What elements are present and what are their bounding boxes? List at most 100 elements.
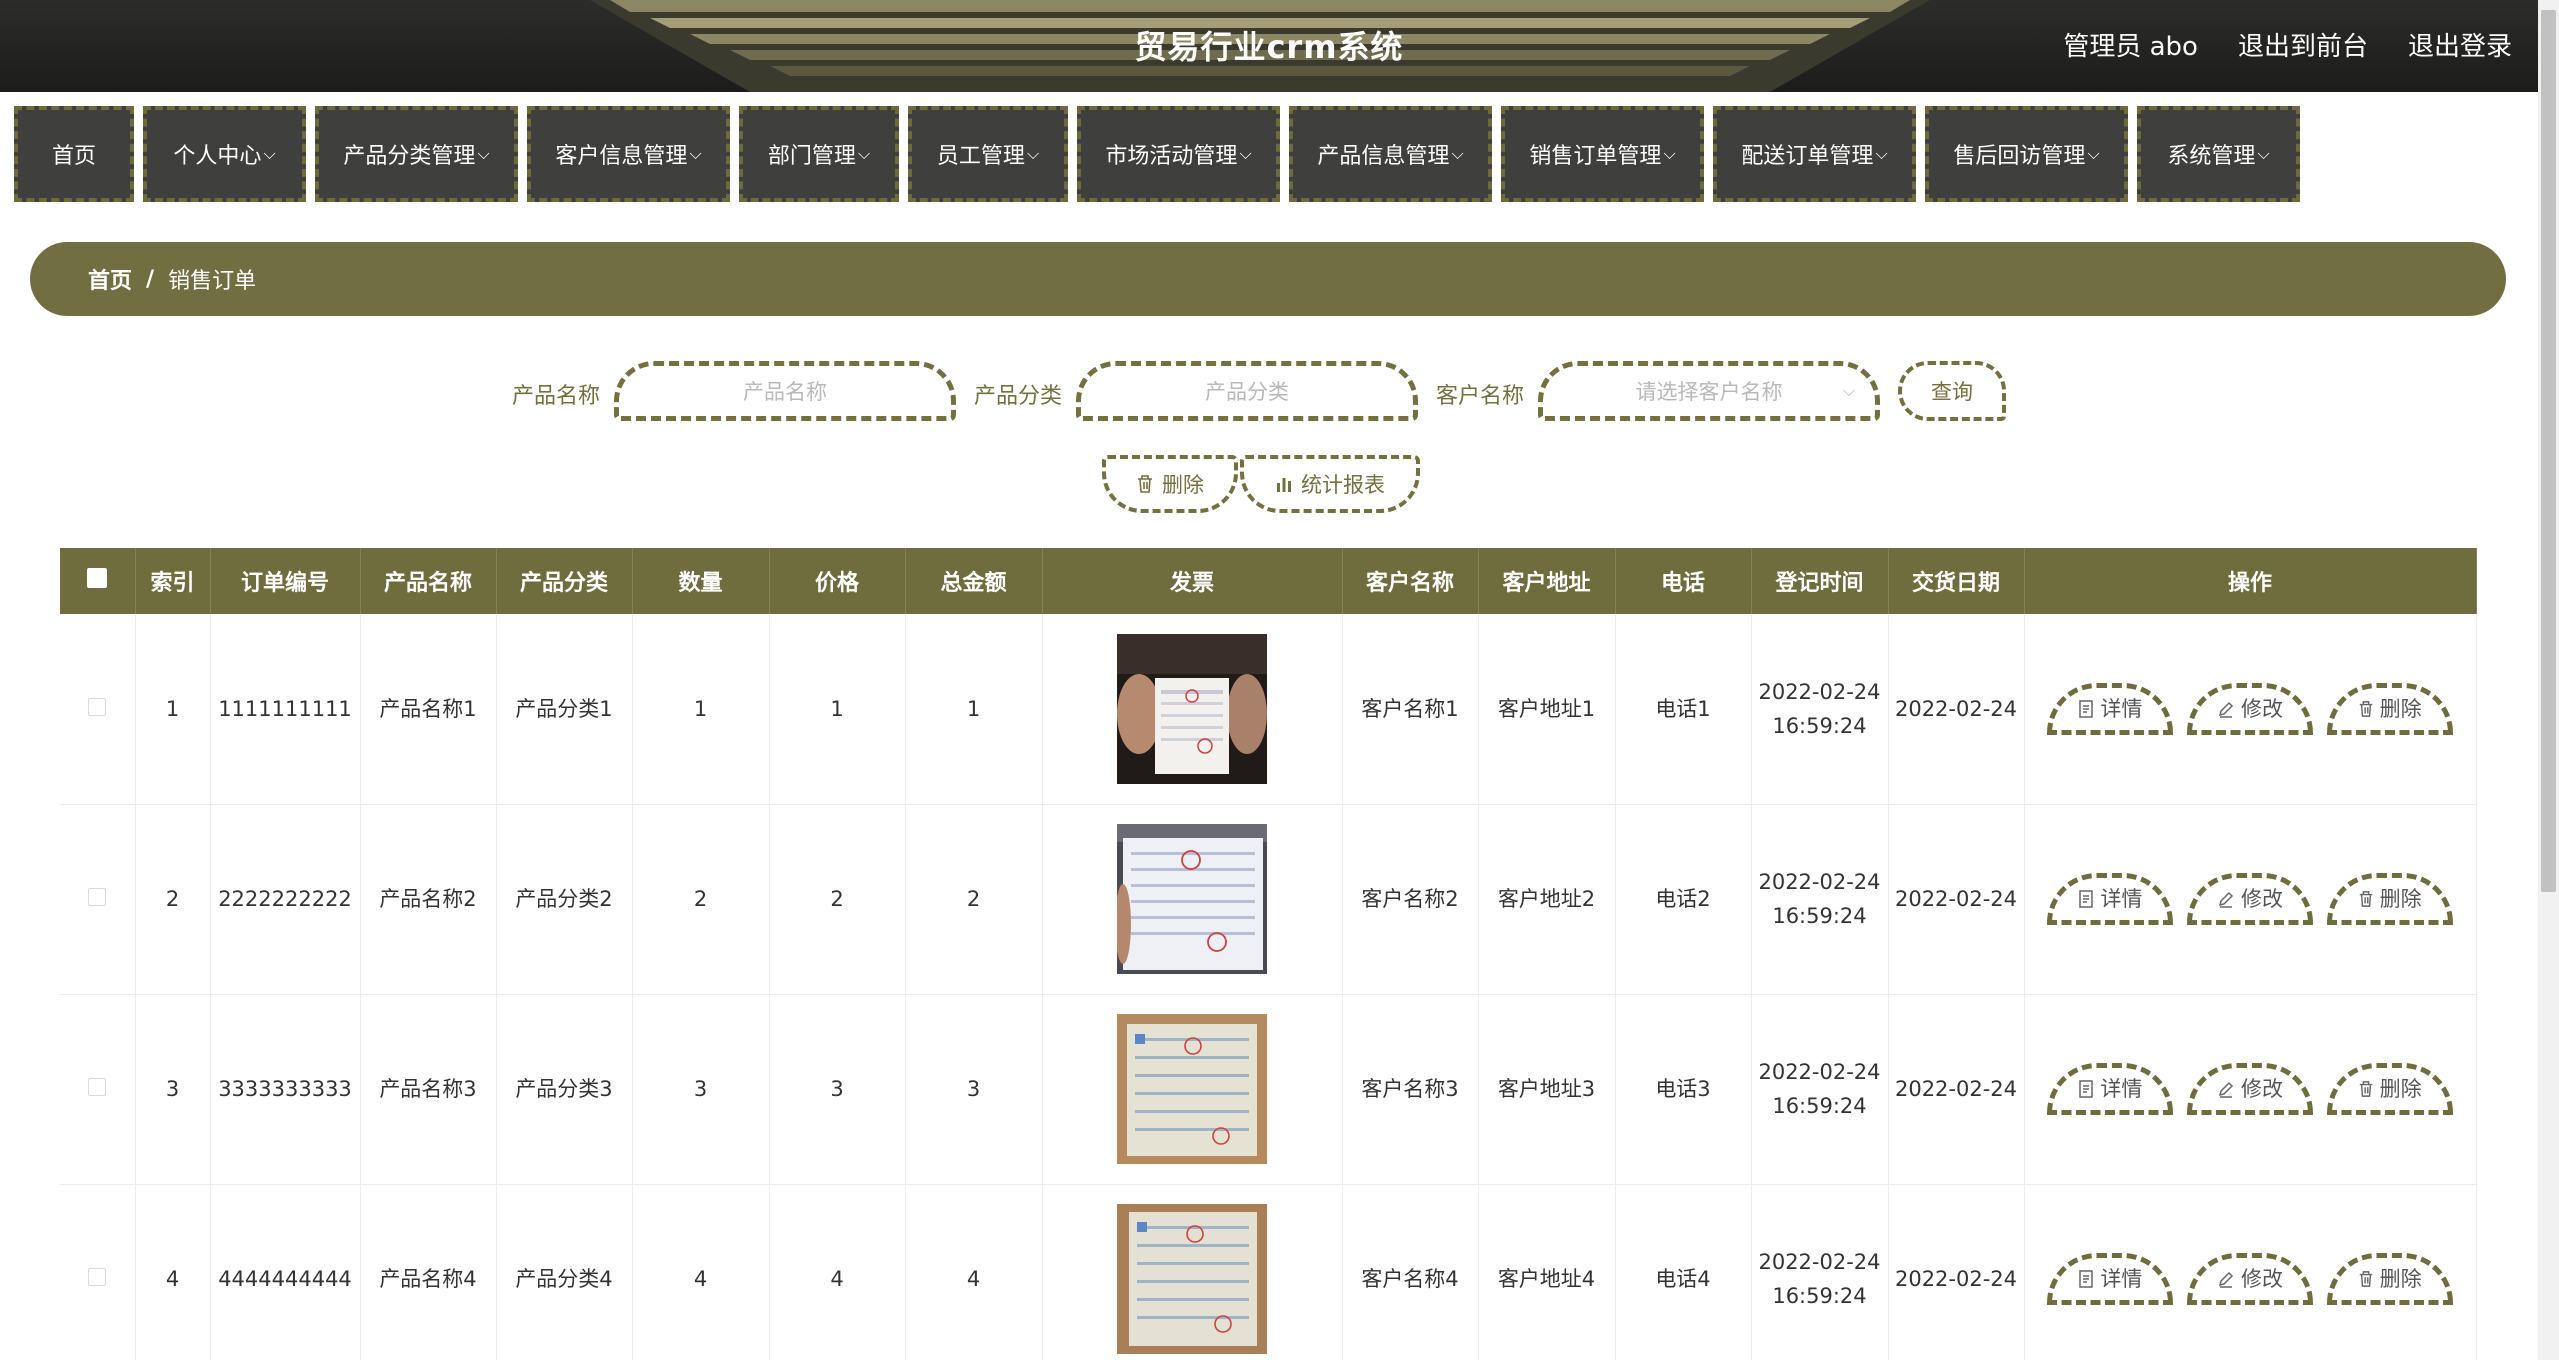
delete-button[interactable]: 删除 (2326, 1253, 2453, 1305)
delete-button[interactable]: 删除 (2326, 873, 2453, 925)
table-row: 3 3333333333 产品名称3 产品分类3 3 3 3 客户名称3 客户地… (60, 994, 2477, 1185)
bar-chart-icon (1277, 478, 1291, 492)
detail-button[interactable]: 详情 (2047, 1063, 2174, 1115)
nav-personal-center[interactable]: 个人中心 ⌵ (143, 106, 306, 202)
row-checkbox[interactable] (88, 888, 107, 906)
detail-button[interactable]: 详情 (2047, 873, 2174, 925)
nav-label: 市场活动管理 (1105, 144, 1238, 169)
admin-user-label[interactable]: 管理员 abo (2063, 26, 2198, 63)
row-checkbox[interactable] (88, 1268, 107, 1286)
detail-button[interactable]: 详情 (2047, 682, 2174, 735)
nav-label: 个人中心 (173, 144, 262, 169)
delete-button-label: 删除 (2379, 1267, 2422, 1291)
row-checkbox[interactable] (88, 697, 107, 716)
column-header: 价格 (769, 548, 906, 614)
document-icon (2079, 1080, 2094, 1098)
product-category-cell: 产品分类1 (496, 614, 633, 805)
total-cell: 2 (905, 804, 1043, 995)
nav-department[interactable]: 部门管理 ⌵ (739, 106, 899, 202)
nav-after-sales[interactable]: 售后回访管理 ⌵ (1925, 106, 2128, 202)
edit-icon (2218, 1271, 2234, 1288)
index-cell: 1 (135, 614, 211, 805)
edit-button-label: 修改 (2240, 1077, 2283, 1101)
register-time-cell: 2022-02-24 16:59:24 (1751, 804, 1889, 995)
column-header: 产品分类 (496, 548, 633, 614)
select-all-checkbox[interactable] (87, 568, 108, 588)
main-nav: 首页 个人中心 ⌵ 产品分类管理 ⌵ 客户信息管理 ⌵ 部门管理 ⌵ 员工管理 ⌵ 市场活… (14, 106, 2300, 202)
nav-product-category[interactable]: 产品分类管理 ⌵ (315, 106, 518, 202)
column-header: 索引 (135, 548, 211, 614)
nav-product-info[interactable]: 产品信息管理 ⌵ (1289, 106, 1492, 202)
nav-label: 产品分类管理 (343, 144, 476, 169)
edit-button[interactable]: 修改 (2186, 873, 2313, 925)
column-header: 操作 (2024, 548, 2477, 614)
logout-link[interactable]: 退出登录 (2408, 26, 2512, 63)
delete-button[interactable]: 删除 (2326, 682, 2453, 735)
nav-employee[interactable]: 员工管理 ⌵ (908, 106, 1068, 202)
invoice-cell (1042, 614, 1343, 805)
batch-delete-button[interactable]: 删除 (1102, 455, 1238, 513)
quantity-cell: 4 (632, 1184, 770, 1360)
product-name-placeholder: 产品名称 (743, 380, 827, 404)
nav-label: 配送订单管理 (1741, 144, 1874, 169)
invoice-image[interactable] (1117, 824, 1267, 974)
customer-name-placeholder: 请选择客户名称 (1635, 380, 1783, 404)
nav-delivery-order[interactable]: 配送订单管理 ⌵ (1713, 106, 1916, 202)
phone-cell: 电话3 (1615, 994, 1752, 1185)
batch-delete-label: 删除 (1162, 473, 1204, 497)
delete-button-label: 删除 (2379, 696, 2422, 721)
product-name-input[interactable]: 产品名称 (614, 361, 956, 421)
invoice-cell (1042, 994, 1343, 1185)
row-checkbox[interactable] (88, 1078, 107, 1096)
nav-label: 员工管理 (936, 144, 1025, 169)
detail-button[interactable]: 详情 (2047, 1253, 2174, 1305)
product-category-input[interactable]: 产品分类 (1076, 361, 1418, 421)
edit-button-label: 修改 (2240, 887, 2283, 911)
edit-button[interactable]: 修改 (2186, 1253, 2313, 1305)
index-cell: 2 (135, 804, 211, 995)
nav-home[interactable]: 首页 (14, 106, 134, 202)
order-no-cell: 1111111111 (210, 614, 361, 805)
chevron-down-icon: ⌵ (477, 144, 490, 163)
vertical-scrollbar[interactable] (2538, 0, 2559, 1360)
edit-button[interactable]: 修改 (2186, 1063, 2313, 1115)
quantity-cell: 3 (632, 994, 770, 1185)
invoice-image[interactable] (1117, 633, 1267, 784)
document-icon (2079, 890, 2094, 908)
breadcrumb-home[interactable]: 首页 (88, 263, 132, 295)
select-all-header (60, 548, 136, 614)
header-user-menu: 管理员 abo 退出到前台 退出登录 (2063, 26, 2512, 63)
column-header: 交货日期 (1888, 548, 2025, 614)
top-header: 贸易行业crm系统 管理员 abo 退出到前台 退出登录 (0, 0, 2538, 92)
index-cell: 4 (135, 1184, 211, 1360)
actions-cell: 详情 修改 删除 (2024, 1184, 2477, 1360)
delete-button[interactable]: 删除 (2326, 1063, 2453, 1115)
exit-to-front-link[interactable]: 退出到前台 (2238, 26, 2368, 63)
nav-sales-order[interactable]: 销售订单管理 ⌵ (1501, 106, 1704, 202)
delivery-date-cell: 2022-02-24 (1888, 994, 2025, 1185)
statistics-report-button[interactable]: 统计报表 (1240, 455, 1420, 513)
customer-name-cell: 客户名称2 (1342, 804, 1479, 995)
detail-button-label: 详情 (2100, 696, 2143, 721)
quantity-cell: 2 (632, 804, 770, 995)
customer-name-cell: 客户名称4 (1342, 1184, 1479, 1360)
register-time-cell: 2022-02-24 16:59:24 (1751, 614, 1889, 805)
invoice-image[interactable] (1117, 1014, 1267, 1164)
chevron-down-icon: ⌵ (1663, 144, 1676, 163)
nav-system[interactable]: 系统管理 ⌵ (2137, 106, 2300, 202)
edit-button[interactable]: 修改 (2186, 682, 2313, 735)
query-button[interactable]: 查询 (1898, 361, 2006, 421)
trash-icon (2359, 1081, 2372, 1097)
chevron-down-icon: ⌵ (1842, 381, 1855, 400)
nav-customer-info[interactable]: 客户信息管理 ⌵ (527, 106, 730, 202)
scrollbar-thumb[interactable] (2541, 10, 2556, 892)
table-row: 1 1111111111 产品名称1 产品分类1 1 1 1 客户名称1 客户地… (60, 614, 2477, 805)
invoice-image[interactable] (1117, 1204, 1267, 1354)
edit-button-label: 修改 (2240, 696, 2283, 721)
breadcrumb-current: 销售订单 (168, 269, 257, 294)
chevron-down-icon: ⌵ (2087, 144, 2100, 163)
detail-button-label: 详情 (2100, 1267, 2143, 1291)
customer-name-select[interactable]: 请选择客户名称 ⌵ (1538, 361, 1880, 421)
statistics-report-label: 统计报表 (1301, 473, 1385, 497)
nav-marketing[interactable]: 市场活动管理 ⌵ (1077, 106, 1280, 202)
